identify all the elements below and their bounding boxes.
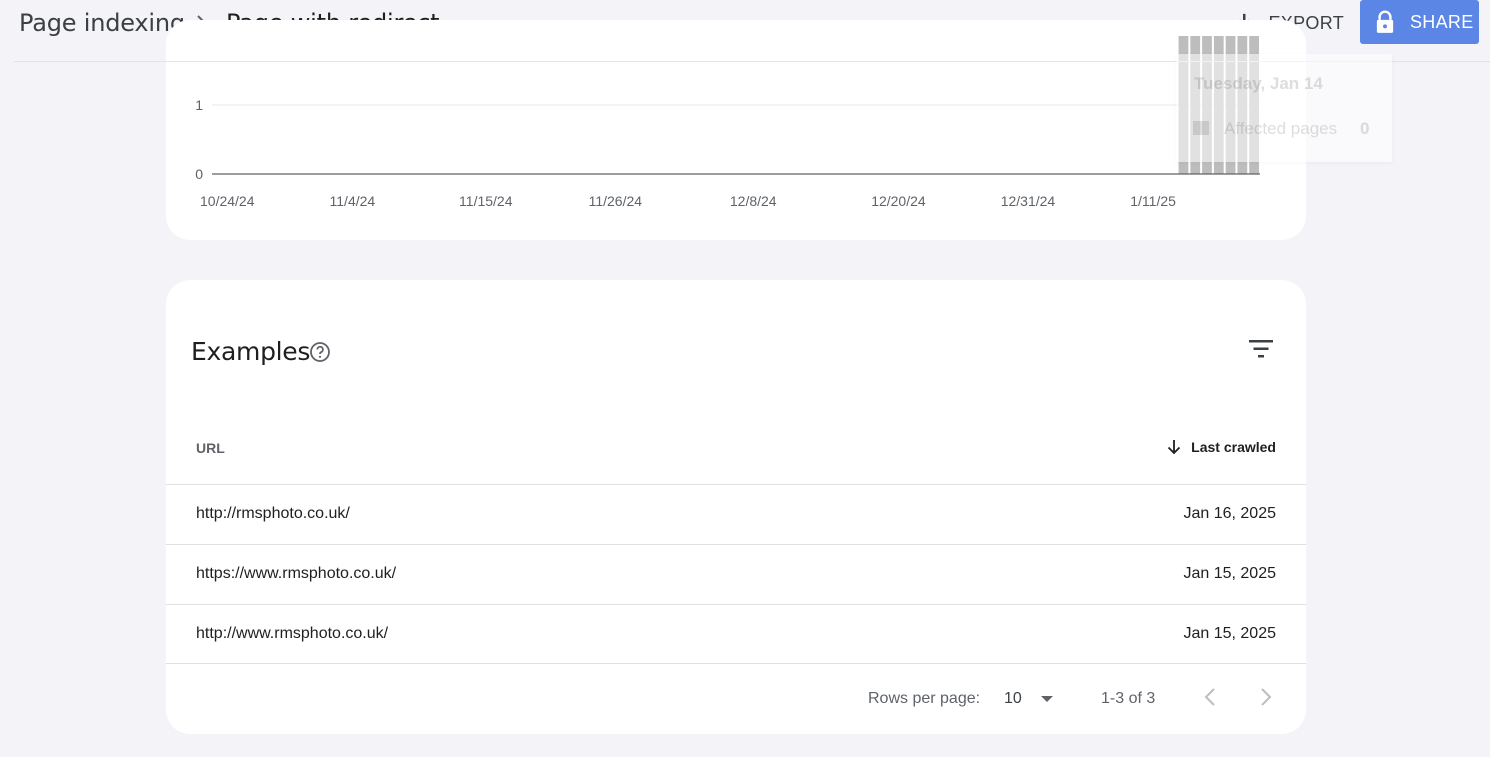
row-url: http://rmsphoto.co.uk/	[196, 505, 350, 522]
chart-card: 0 1 10/24/24 11/4/24 11/15/24 11/26/24 12/8/24…	[166, 20, 1306, 240]
row-date: Jan 15, 2025	[1183, 565, 1276, 582]
table-row[interactable]: http://www.rmsphoto.co.uk/ Jan 15, 2025	[166, 604, 1306, 664]
arrow-down-icon	[1168, 440, 1181, 455]
row-url: https://www.rmsphoto.co.uk/	[196, 565, 397, 582]
lock-icon	[1376, 10, 1394, 33]
x-tick-label: 12/31/24	[1001, 193, 1056, 209]
rows-per-page-value: 10	[1004, 690, 1022, 707]
affected-pages-chart: 0 1 10/24/24 11/4/24 11/15/24 11/26/24 12/8/24…	[195, 36, 1260, 209]
x-tick-label: 11/15/24	[459, 193, 513, 209]
tooltip-label: Affected pages	[1224, 119, 1338, 138]
share-label: SHARE	[1410, 11, 1474, 32]
table-row[interactable]: http://rmsphoto.co.uk/ Jan 16, 2025	[166, 484, 1306, 544]
row-url: http://www.rmsphoto.co.uk/	[196, 625, 389, 642]
pagination-range: 1-3 of 3	[1101, 690, 1156, 707]
share-button[interactable]: SHARE	[1360, 0, 1479, 44]
x-tick-label: 11/4/24	[330, 193, 376, 209]
y-tick-label: 1	[195, 97, 203, 113]
rows-per-page-select[interactable]: 10	[1004, 684, 1064, 714]
filter-icon[interactable]	[1248, 337, 1274, 361]
last-crawled-label: Last crawled	[1191, 439, 1276, 455]
x-tick-label: 12/8/24	[730, 193, 777, 209]
tooltip-value: 0	[1360, 119, 1370, 138]
y-tick-label: 0	[195, 166, 203, 182]
column-header-last-crawled[interactable]: Last crawled	[1165, 438, 1276, 456]
row-date: Jan 16, 2025	[1183, 505, 1276, 522]
row-date: Jan 15, 2025	[1183, 625, 1276, 642]
table-bottom-divider	[166, 663, 1306, 664]
breadcrumb-parent[interactable]: Page indexing	[19, 8, 185, 38]
caret-down-icon	[1041, 696, 1053, 702]
examples-card: Examples URL Last crawled http://rmsphot…	[166, 280, 1306, 734]
x-tick-label: 12/20/24	[871, 193, 926, 209]
x-tick-label: 11/26/24	[589, 193, 643, 209]
help-circle-icon[interactable]	[309, 341, 331, 363]
chart-tooltip: Tuesday, Jan 14 Affected pages 0	[1176, 54, 1392, 162]
rows-per-page-label: Rows per page:	[868, 690, 981, 707]
chevron-left-icon[interactable]	[1200, 684, 1220, 710]
examples-title: Examples	[191, 337, 311, 366]
tooltip-swatch	[1193, 121, 1209, 135]
x-tick-label: 10/24/24	[200, 193, 255, 209]
chevron-right-icon[interactable]	[1256, 684, 1276, 710]
column-header-url[interactable]: URL	[196, 440, 225, 456]
tooltip-date: Tuesday, Jan 14	[1194, 74, 1323, 93]
x-tick-label: 1/11/25	[1130, 193, 1176, 209]
table-row[interactable]: https://www.rmsphoto.co.uk/ Jan 15, 2025	[166, 544, 1306, 604]
